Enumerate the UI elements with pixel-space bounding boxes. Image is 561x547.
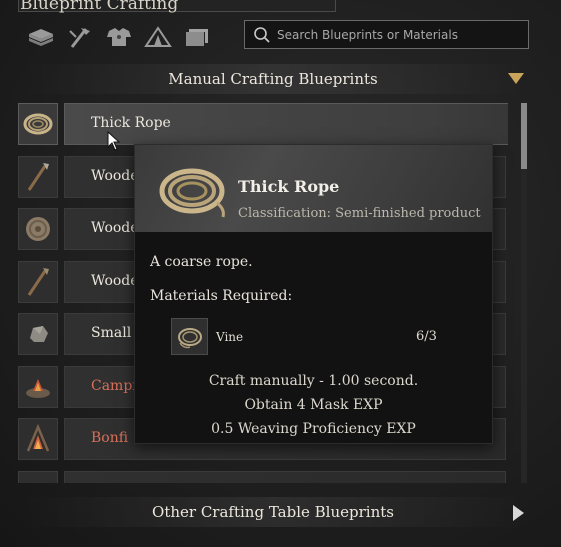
window-title: Blueprint Crafting <box>20 0 179 14</box>
materials-required-label: Materials Required: <box>150 288 293 304</box>
materials-stack-icon[interactable] <box>26 23 56 51</box>
blueprint-name: Bonfi <box>91 430 129 446</box>
tools-icon[interactable] <box>65 23 95 51</box>
armor-icon[interactable] <box>104 23 134 51</box>
furniture-icon[interactable] <box>182 23 212 51</box>
manual-blueprints-header[interactable]: Manual Crafting Blueprints <box>18 64 528 94</box>
proficiency-exp-text: 0.5 Weaving Proficiency EXP <box>211 421 416 437</box>
category-tabs <box>26 23 212 51</box>
list-scrollbar[interactable] <box>521 103 527 483</box>
blueprint-row[interactable]: Thick Rope <box>18 103 508 145</box>
mask-exp-text: Obtain 4 Mask EXP <box>244 397 383 413</box>
crafting-panel: Blueprint Crafting Manual Crafting Bluep… <box>0 0 561 547</box>
expand-triangle-icon[interactable] <box>513 505 524 521</box>
blueprint-row[interactable] <box>18 471 506 483</box>
spear-icon <box>18 261 58 303</box>
campfire-icon <box>18 366 58 408</box>
mouse-cursor-icon <box>107 131 121 151</box>
tent-icon[interactable] <box>143 23 173 51</box>
other-blueprints-header[interactable]: Other Crafting Table Blueprints <box>18 497 528 527</box>
collapse-triangle-icon[interactable] <box>508 73 524 84</box>
vine-icon <box>171 318 208 355</box>
bonfire-icon <box>18 418 58 460</box>
other-blueprints-label: Other Crafting Table Blueprints <box>152 503 394 521</box>
stone-icon <box>18 313 58 355</box>
tooltip-item-name: Thick Rope <box>238 177 340 196</box>
craft-time-text: Craft manually - 1.00 second. <box>208 373 419 389</box>
tooltip-classification: Classification: Semi-finished product <box>238 206 481 221</box>
blueprint-name: Woode <box>91 220 139 236</box>
manual-blueprints-label: Manual Crafting Blueprints <box>168 70 378 88</box>
blueprint-name: Woode <box>91 168 139 184</box>
item-tooltip: Thick Rope Classification: Semi-finished… <box>134 144 493 444</box>
rope-icon <box>18 103 58 145</box>
rope-icon <box>159 168 225 218</box>
search-box[interactable] <box>244 20 529 49</box>
blueprint-name: Woode <box>91 273 139 289</box>
scrollbar-thumb[interactable] <box>521 103 527 169</box>
tooltip-description: A coarse rope. <box>150 254 253 270</box>
spear-icon <box>18 156 58 198</box>
blueprint-bar <box>64 471 506 483</box>
blueprint-name: Campf <box>91 378 138 394</box>
tooltip-header: Thick Rope Classification: Semi-finished… <box>135 145 492 232</box>
search-icon <box>249 21 275 48</box>
item-icon <box>18 471 58 483</box>
material-count: 6/3 <box>416 329 437 344</box>
wooden-shield-icon <box>18 208 58 250</box>
material-name: Vine <box>216 330 244 344</box>
blueprint-name: Thick Rope <box>91 115 171 131</box>
search-input[interactable] <box>275 21 528 48</box>
